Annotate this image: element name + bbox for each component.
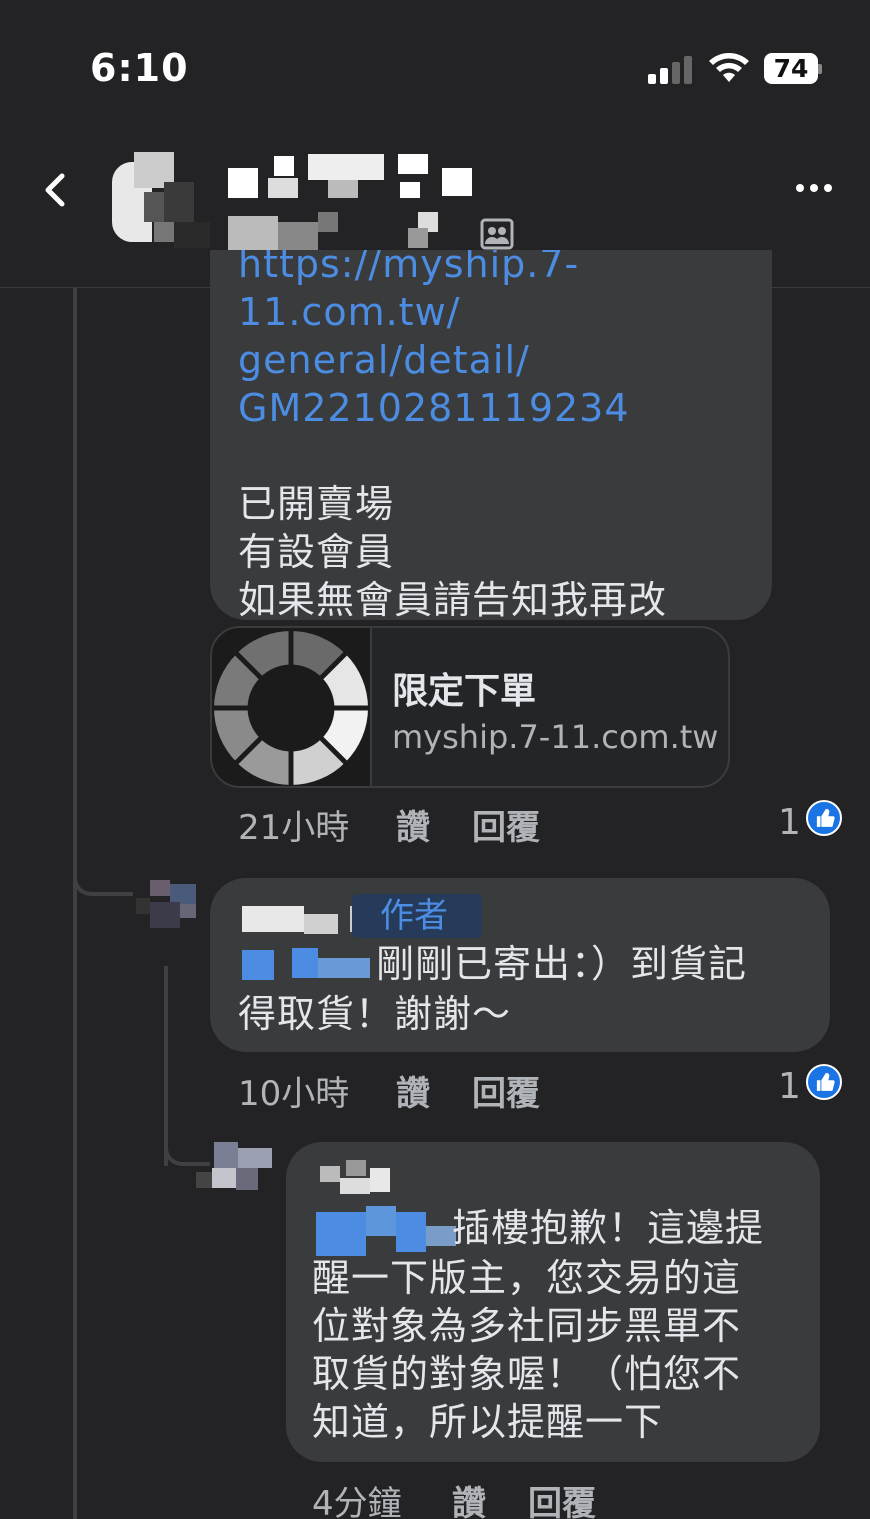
like-button[interactable]: 讚 — [396, 800, 472, 849]
reply-button[interactable]: 回覆 — [528, 1476, 596, 1519]
comment-time: 10小時 — [238, 1074, 350, 1114]
comment-link[interactable]: GM2210281119234 — [238, 384, 772, 432]
thumbs-up-icon — [806, 800, 842, 836]
comment-bubble: 插樓抱歉！這邊提 醒一下版主，您交易的這 位對象為多社同步黑單不 取貨的對象喔！… — [286, 1142, 820, 1462]
group-name-blurred[interactable] — [228, 154, 478, 198]
mention-tag-blurred[interactable] — [242, 944, 372, 984]
link-preview-card[interactable]: 限定下單 myship.7-11.com.tw — [210, 626, 730, 788]
like-button[interactable]: 讚 — [452, 1476, 528, 1519]
comment-text-line: 如果無會員請告知我再改 — [238, 578, 668, 620]
back-icon[interactable] — [36, 170, 76, 210]
group-subtitle-blurred — [228, 212, 518, 252]
comment-time: 4分鐘 — [312, 1484, 402, 1519]
comment-link[interactable]: general/detail/ — [238, 336, 772, 384]
commenter-name-blurred[interactable] — [320, 1160, 390, 1194]
status-time: 6:10 — [90, 46, 189, 90]
comment-text-line: 得取貨！謝謝～ — [238, 992, 512, 1036]
comment-link[interactable]: https://myship.7-11.com.tw/ — [238, 250, 772, 336]
like-button[interactable]: 讚 — [396, 1066, 472, 1115]
avatar-blurred[interactable] — [166, 1142, 274, 1196]
status-bar: 6:10 74 — [0, 0, 870, 130]
reply-button[interactable]: 回覆 — [472, 1066, 540, 1115]
comment-text-line: 取貨的對象喔！（怕您不 — [312, 1352, 742, 1396]
link-card-domain: myship.7-11.com.tw — [392, 718, 719, 756]
comment-text-line: 插樓抱歉！這邊提 — [452, 1206, 765, 1250]
comment-time: 21小時 — [238, 808, 350, 848]
reply-button[interactable]: 回覆 — [472, 800, 540, 849]
comment-text-line: 醒一下版主，您交易的這 — [312, 1256, 742, 1300]
battery-icon: 74 — [764, 53, 822, 84]
thumbs-up-icon — [806, 1064, 842, 1100]
comment-bubble: https://myship.7-11.com.tw/ general/deta… — [210, 250, 772, 620]
loading-spinner-icon — [212, 628, 372, 786]
comment-meta: 10小時 讚 回覆 — [238, 1066, 540, 1115]
wifi-icon — [709, 53, 749, 82]
comment-text-line: 有設會員 — [238, 530, 395, 574]
signal-icon — [648, 56, 694, 84]
comment-text-line: 位對象為多社同步黑單不 — [312, 1304, 742, 1348]
author-badge: 作者 — [352, 894, 482, 938]
group-avatar-blurred[interactable] — [104, 152, 212, 248]
reaction-count[interactable]: 1 — [778, 1066, 801, 1107]
reaction-count[interactable]: 1 — [778, 802, 801, 843]
comment-text-line: 剛剛已寄出：）到貨記 — [376, 942, 748, 986]
avatar-blurred[interactable] — [100, 880, 196, 932]
mention-tag-blurred[interactable] — [316, 1206, 456, 1260]
comment-text-line: 已開賣場 — [238, 482, 395, 526]
comment-text-line: 知道，所以提醒一下 — [312, 1400, 664, 1444]
comment-bubble: 剛剛已寄出：）到貨記 得取貨！謝謝～ — [210, 878, 830, 1052]
group-members-icon — [480, 218, 514, 250]
comment-meta: 21小時 讚 回覆 — [238, 800, 540, 849]
thread-line-main — [73, 288, 77, 1519]
link-card-title: 限定下單 — [392, 671, 537, 712]
comment-meta: 4分鐘 讚 回覆 — [312, 1476, 596, 1519]
more-options-icon[interactable] — [794, 180, 834, 196]
commenter-name-blurred[interactable] — [242, 900, 376, 940]
battery-level: 74 — [764, 53, 818, 84]
